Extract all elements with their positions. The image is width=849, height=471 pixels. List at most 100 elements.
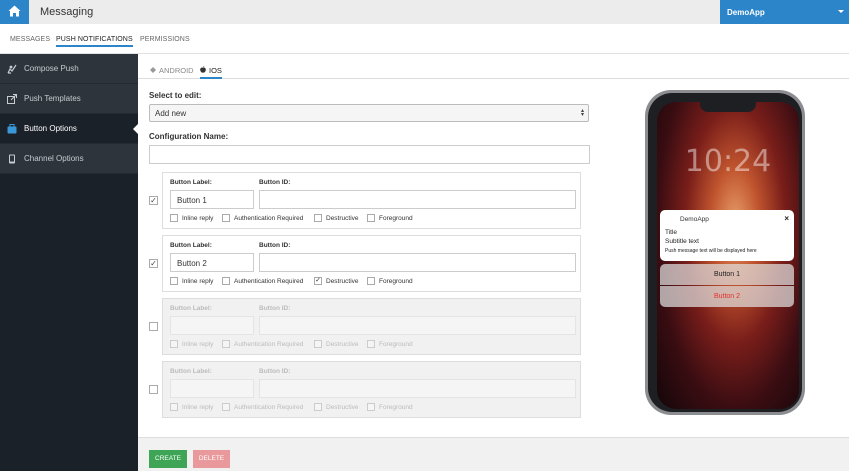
row-enable-checkbox[interactable]: ✓ <box>149 259 158 268</box>
configuration-select[interactable]: Add new ▴ ▾ <box>149 104 589 122</box>
button-id-input[interactable] <box>259 253 576 272</box>
checkbox[interactable] <box>367 277 375 285</box>
destructive-option[interactable]: ✓ Destructive <box>314 277 359 285</box>
option-label: Destructive <box>326 214 359 222</box>
option-label: Authentication Required <box>234 340 304 348</box>
tab-push-notifications[interactable]: PUSH NOTIFICATIONS <box>56 36 133 47</box>
checkbox[interactable] <box>367 214 375 222</box>
checkbox[interactable] <box>170 214 178 222</box>
option-label: Foreground <box>379 340 413 348</box>
checkbox[interactable] <box>170 277 178 285</box>
option-label: Destructive <box>326 277 359 285</box>
foreground-option[interactable]: Foreground <box>367 277 413 285</box>
footer-bar: CREATE DELETE <box>138 437 849 471</box>
button-row: Button Label: Button ID: Inline reply Au… <box>138 361 598 418</box>
option-label: Inline reply <box>182 214 214 222</box>
sidebar-item-label: Push Templates <box>24 94 81 103</box>
tab-ios[interactable]: IOS <box>200 66 222 79</box>
tab-permissions[interactable]: PERMISSIONS <box>140 36 190 43</box>
tab-ios-label: IOS <box>209 66 222 75</box>
tab-messages[interactable]: MESSAGES <box>10 36 50 43</box>
button-row-box: Button Label: Button ID: Button 2 Inline… <box>162 235 581 292</box>
button-label-input[interactable]: Button 1 <box>170 190 254 209</box>
page-title: Messaging <box>40 6 94 18</box>
configuration-name-label: Configuration Name: <box>149 132 229 141</box>
button-label-header: Button Label: <box>170 242 212 249</box>
home-icon <box>8 5 21 19</box>
briefcase-icon <box>7 124 17 134</box>
android-icon <box>150 66 156 75</box>
button-row-box: Button Label: Button ID: Inline reply Au… <box>162 361 581 418</box>
button-row: ✓ Button Label: Button ID: Button 2 Inli… <box>138 235 598 292</box>
row-enable-checkbox[interactable] <box>149 322 158 331</box>
destructive-option: Destructive <box>314 403 359 411</box>
foreground-option[interactable]: Foreground <box>367 214 413 222</box>
checkbox[interactable] <box>222 277 230 285</box>
destructive-option[interactable]: Destructive <box>314 214 359 222</box>
checkbox <box>314 403 322 411</box>
tab-android[interactable]: ANDROID <box>150 66 194 75</box>
app-selector[interactable]: DemoApp <box>720 0 849 24</box>
phone-preview: 10:24 DemoApp × Title Subtitle text Push… <box>645 90 805 415</box>
checkbox <box>367 403 375 411</box>
notification-message: Push message text will be displayed here <box>665 248 757 254</box>
button-id-header: Button ID: <box>259 305 291 312</box>
sidebar-item-button-options[interactable]: Button Options <box>0 114 138 144</box>
notification-card: DemoApp × Title Subtitle text Push messa… <box>660 210 794 261</box>
delete-button[interactable]: DELETE <box>193 450 230 468</box>
caret-down-icon <box>838 10 844 13</box>
foreground-option: Foreground <box>367 403 413 411</box>
select-arrows-icon: ▴ ▾ <box>580 108 584 118</box>
option-label: Foreground <box>379 277 413 285</box>
authentication-required-option[interactable]: Authentication Required <box>222 214 303 222</box>
phone-icon <box>7 154 16 164</box>
notification-app-name: DemoApp <box>680 216 709 223</box>
button-id-input[interactable] <box>259 190 576 209</box>
authentication-required-option[interactable]: Authentication Required <box>222 277 303 285</box>
checkbox <box>170 403 178 411</box>
option-label: Authentication Required <box>234 277 304 285</box>
phone-notch <box>700 102 756 112</box>
option-label: Foreground <box>379 214 413 222</box>
platform-tabs: ANDROID IOS <box>138 54 849 79</box>
sidebar-item-push-templates[interactable]: Push Templates <box>0 84 138 114</box>
notification-action-1: Button 1 <box>660 264 794 285</box>
create-button[interactable]: CREATE <box>149 450 187 468</box>
notification-subtitle: Subtitle text <box>665 238 699 245</box>
notification-title: Title <box>665 229 678 236</box>
button-id-header: Button ID: <box>259 179 291 186</box>
button-label-input[interactable]: Button 2 <box>170 253 254 272</box>
button-label-input <box>170 379 254 398</box>
row-enable-checkbox[interactable]: ✓ <box>149 196 158 205</box>
inline-reply-option[interactable]: Inline reply <box>170 277 213 285</box>
configuration-name-input[interactable] <box>149 145 590 164</box>
sidebar-item-compose-push[interactable]: Compose Push <box>0 54 138 84</box>
button-id-input <box>259 379 576 398</box>
home-button[interactable] <box>0 0 29 24</box>
button-id-header: Button ID: <box>259 368 291 375</box>
authentication-required-option: Authentication Required <box>222 340 303 348</box>
configuration-select-value: Add new <box>155 109 187 118</box>
lockscreen-clock: 10:24 <box>684 144 772 179</box>
row-enable-checkbox[interactable] <box>149 385 158 394</box>
checkbox-checked[interactable]: ✓ <box>314 277 322 285</box>
button-label-input <box>170 316 254 335</box>
inline-reply-option: Inline reply <box>170 340 213 348</box>
inline-reply-option: Inline reply <box>170 403 213 411</box>
phone-screen: 10:24 DemoApp × Title Subtitle text Push… <box>657 102 799 409</box>
inline-reply-option[interactable]: Inline reply <box>170 214 213 222</box>
sidebar-item-channel-options[interactable]: Channel Options <box>0 144 138 174</box>
option-label: Authentication Required <box>234 214 304 222</box>
apple-icon <box>200 66 206 75</box>
checkbox[interactable] <box>314 214 322 222</box>
sidebar-item-label: Channel Options <box>24 154 84 163</box>
checkbox <box>367 340 375 348</box>
button-row: Button Label: Button ID: Inline reply Au… <box>138 298 598 355</box>
sidebar-item-label: Compose Push <box>24 64 79 73</box>
button-id-header: Button ID: <box>259 242 291 249</box>
checkbox[interactable] <box>222 214 230 222</box>
option-label: Destructive <box>326 403 359 411</box>
select-to-edit-label: Select to edit: <box>149 91 202 100</box>
option-label: Inline reply <box>182 277 214 285</box>
phone-frame: 10:24 DemoApp × Title Subtitle text Push… <box>648 93 802 412</box>
